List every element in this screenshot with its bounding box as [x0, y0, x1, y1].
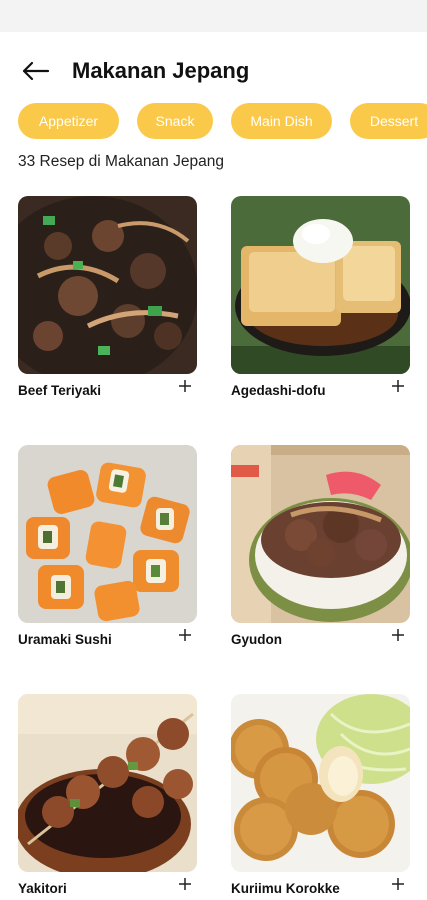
plus-icon	[179, 629, 191, 641]
recipe-name: Beef Teriyaki	[18, 383, 102, 398]
recipe-card[interactable]: Yakitori	[18, 694, 197, 896]
recipe-card[interactable]: Agedashi-dofu	[231, 196, 410, 398]
header: Makanan Jepang	[0, 50, 427, 94]
plus-icon	[392, 878, 404, 890]
plus-icon	[179, 878, 191, 890]
chip-appetizer[interactable]: Appetizer	[18, 103, 119, 139]
recipe-photo	[231, 445, 410, 623]
add-button[interactable]	[175, 874, 195, 894]
back-button[interactable]	[18, 56, 52, 86]
add-button[interactable]	[175, 376, 195, 396]
recipe-card[interactable]: Beef Teriyaki	[18, 196, 197, 398]
recipe-photo	[18, 196, 197, 374]
add-button[interactable]	[388, 625, 408, 645]
plus-icon	[392, 629, 404, 641]
recipe-card[interactable]: Uramaki Sushi	[18, 445, 197, 647]
recipe-name: Agedashi-dofu	[231, 383, 326, 398]
recipe-count: 33 Resep di Makanan Jepang	[18, 153, 224, 170]
chip-main-dish[interactable]: Main Dish	[231, 103, 332, 139]
chip-dessert[interactable]: Dessert	[350, 103, 427, 139]
status-bar	[0, 0, 427, 32]
recipe-photo	[18, 694, 197, 872]
arrow-left-icon	[22, 61, 50, 81]
recipe-photo	[18, 445, 197, 623]
add-button[interactable]	[175, 625, 195, 645]
plus-icon	[392, 380, 404, 392]
recipe-photo	[231, 196, 410, 374]
recipe-name: Uramaki Sushi	[18, 632, 112, 647]
recipe-name: Gyudon	[231, 632, 282, 647]
recipe-name: Kuriimu Korokke	[231, 881, 340, 896]
category-chips: Appetizer Snack Main Dish Dessert	[18, 103, 427, 139]
add-button[interactable]	[388, 376, 408, 396]
recipe-photo	[231, 694, 410, 872]
page-title: Makanan Jepang	[72, 58, 250, 83]
recipe-card[interactable]: Kuriimu Korokke	[231, 694, 410, 896]
chip-snack[interactable]: Snack	[137, 103, 213, 139]
recipe-card[interactable]: Gyudon	[231, 445, 410, 647]
recipe-name: Yakitori	[18, 881, 67, 896]
plus-icon	[179, 380, 191, 392]
add-button[interactable]	[388, 874, 408, 894]
